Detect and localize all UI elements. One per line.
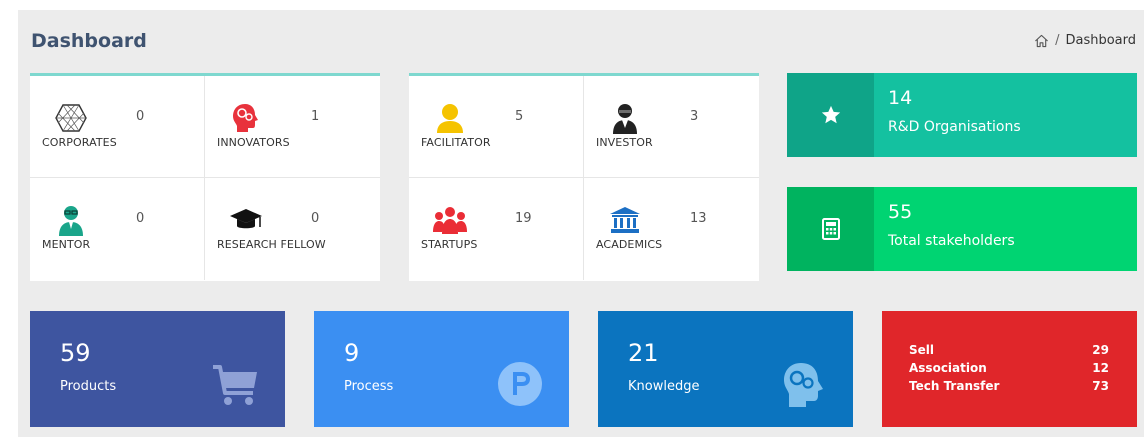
calculator-icon <box>787 187 874 271</box>
page-header: Dashboard / Dashboard <box>18 10 1144 60</box>
transfer-row-sell: Sell 29 <box>909 343 1109 357</box>
stat-cell-mentor[interactable]: 0 MENTOR <box>30 178 205 280</box>
stat-count: 13 <box>690 211 707 226</box>
knowledge-count: 21 <box>628 339 659 367</box>
products-label: Products <box>60 379 117 394</box>
startups-icon <box>433 204 467 236</box>
stakeholders-count: 55 <box>888 201 913 223</box>
stat-cell-startups[interactable]: 19 STARTUPS <box>409 178 584 280</box>
stat-count: 0 <box>311 211 320 226</box>
stat-cell-academics[interactable]: 13 ACADEMICS <box>584 178 759 280</box>
graduation-cap-icon <box>229 204 263 236</box>
stat-label: MENTOR <box>42 238 91 251</box>
transfer-value: 73 <box>1092 379 1109 393</box>
breadcrumb-current: Dashboard <box>1065 33 1136 48</box>
stat-cell-corporates[interactable]: 0 CORPORATES <box>30 76 205 178</box>
stat-label: ACADEMICS <box>596 238 663 251</box>
stat-cell-research-fellow[interactable]: 0 RESEARCH FELLOW <box>205 178 380 280</box>
knowledge-label: Knowledge <box>628 379 700 394</box>
products-tile[interactable]: 59 Products <box>30 311 285 427</box>
dashboard-page: Dashboard / Dashboard 0 CORPORATES 1 INN… <box>18 10 1144 437</box>
brain-icon <box>784 363 823 407</box>
rd-label: R&D Organisations <box>888 119 1021 135</box>
stat-label: STARTUPS <box>421 238 478 251</box>
transfer-value: 12 <box>1092 361 1109 375</box>
stat-count: 3 <box>690 109 699 124</box>
process-label: Process <box>344 379 394 394</box>
products-count: 59 <box>60 339 91 367</box>
stakeholder-panel-right: 5 FACILITATOR 3 INVESTOR 19 STARTUPS 13 … <box>409 73 759 281</box>
stakeholder-panel-left: 0 CORPORATES 1 INNOVATORS 0 MENTOR 0 RES… <box>30 73 380 281</box>
facilitator-icon <box>433 102 467 134</box>
process-tile[interactable]: 9 Process <box>314 311 569 427</box>
corporates-icon <box>54 102 88 134</box>
total-stakeholders-box[interactable]: 55 Total stakeholders <box>787 187 1137 271</box>
knowledge-tile[interactable]: 21 Knowledge <box>598 311 853 427</box>
stat-count: 0 <box>136 211 145 226</box>
stat-count: 0 <box>136 109 145 124</box>
investor-icon <box>608 102 642 134</box>
stat-count: 19 <box>515 211 532 226</box>
stat-cell-innovators[interactable]: 1 INNOVATORS <box>205 76 380 178</box>
stat-label: CORPORATES <box>42 136 117 149</box>
stat-cell-investor[interactable]: 3 INVESTOR <box>584 76 759 178</box>
transfer-label: Association <box>909 361 987 375</box>
stakeholders-label: Total stakeholders <box>888 233 1015 249</box>
stat-count: 1 <box>311 109 320 124</box>
cart-icon <box>213 365 257 405</box>
star-icon <box>787 73 874 157</box>
rd-count: 14 <box>888 87 913 109</box>
stat-label: FACILITATOR <box>421 136 491 149</box>
transfer-label: Tech Transfer <box>909 379 1000 393</box>
stat-label: INVESTOR <box>596 136 653 149</box>
process-count: 9 <box>344 339 360 367</box>
innovators-icon <box>229 102 263 134</box>
process-p-icon <box>498 362 542 406</box>
breadcrumb: / Dashboard <box>1034 33 1136 48</box>
mentor-icon <box>54 204 88 236</box>
transfer-row-tech-transfer: Tech Transfer 73 <box>909 379 1109 393</box>
transfer-value: 29 <box>1092 343 1109 357</box>
stat-count: 5 <box>515 109 524 124</box>
breadcrumb-separator: / <box>1055 33 1060 48</box>
transfer-tile[interactable]: Sell 29 Association 12 Tech Transfer 73 <box>882 311 1137 427</box>
rd-organisations-box[interactable]: 14 R&D Organisations <box>787 73 1137 157</box>
stat-label: RESEARCH FELLOW <box>217 238 326 251</box>
stat-label: INNOVATORS <box>217 136 290 149</box>
stat-cell-facilitator[interactable]: 5 FACILITATOR <box>409 76 584 178</box>
transfer-row-association: Association 12 <box>909 361 1109 375</box>
page-title: Dashboard <box>31 30 147 52</box>
transfer-label: Sell <box>909 343 935 357</box>
academics-icon <box>608 204 642 236</box>
home-icon[interactable] <box>1034 34 1049 48</box>
